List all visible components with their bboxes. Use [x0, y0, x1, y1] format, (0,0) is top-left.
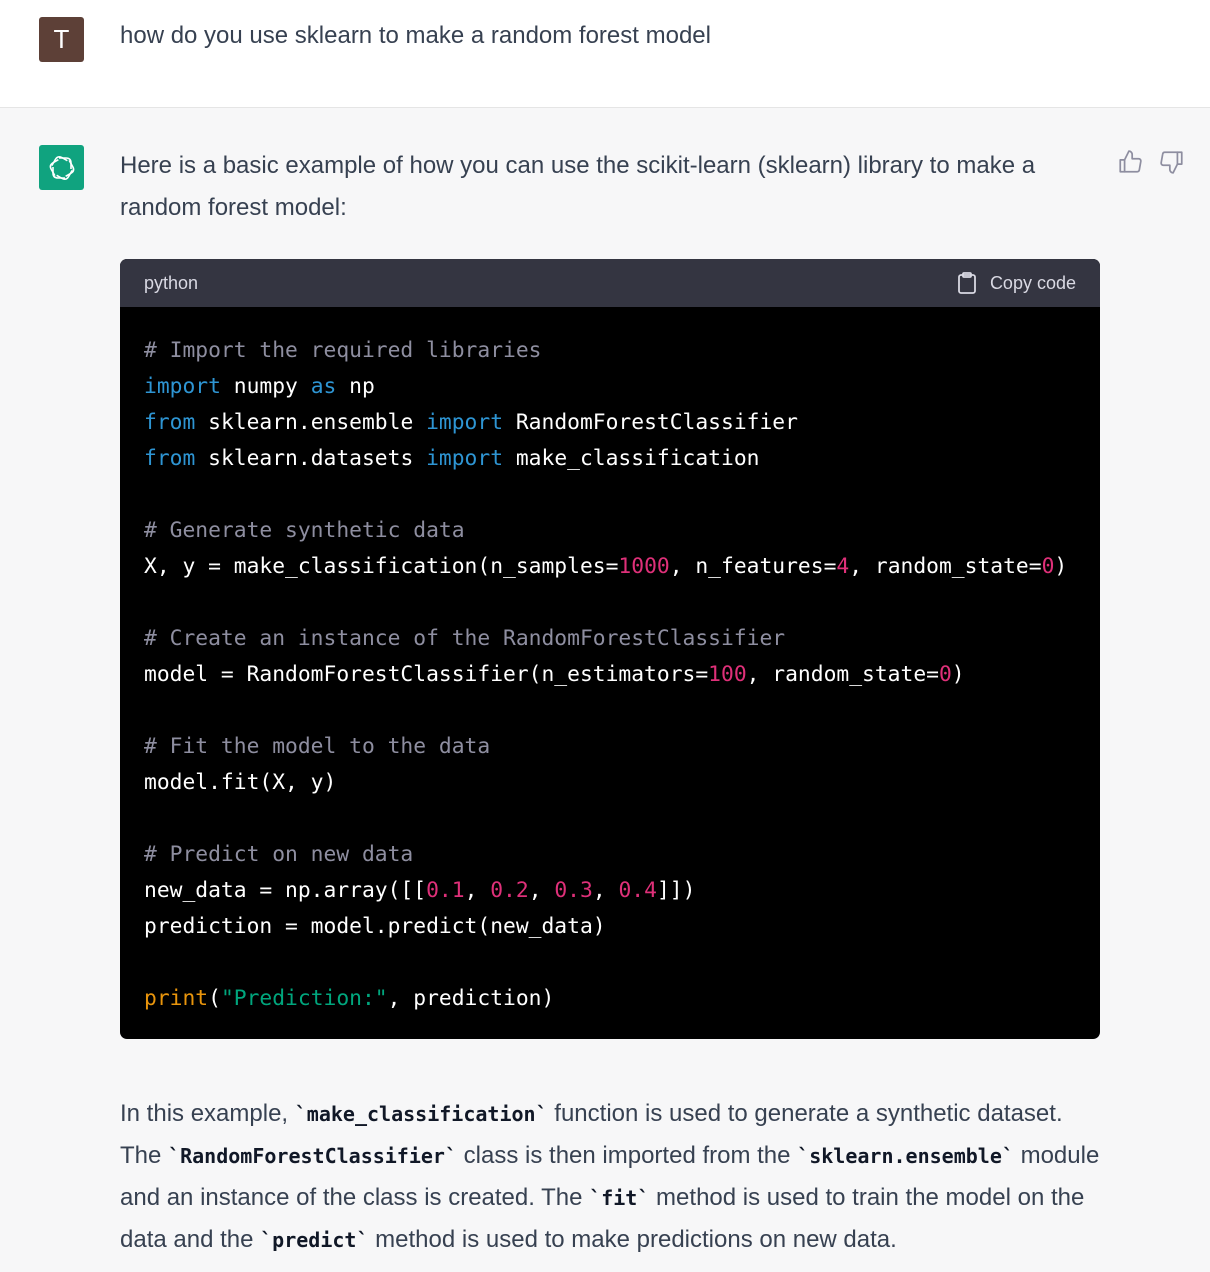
code-token-comment: # Fit the model to the data	[144, 734, 491, 759]
inline-code-fit: `fit`	[589, 1186, 650, 1210]
explanation-text-segment: In this example,	[120, 1100, 295, 1127]
explanation-text-segment: method is used to make predictions on ne…	[368, 1226, 897, 1253]
code-line: X, y = make_classification(n_samples=100…	[144, 549, 1076, 585]
code-block-header: python Copy code	[120, 259, 1100, 307]
code-token-keyword: as	[310, 374, 337, 399]
code-line: model = RandomForestClassifier(n_estimat…	[144, 657, 1076, 693]
code-token-plain: X, y = make_classification(n_samples=	[144, 554, 619, 579]
code-token-number: 1000	[618, 554, 670, 579]
code-token-number: 0.1	[426, 878, 465, 903]
code-token-comment: # Import the required libraries	[144, 338, 542, 363]
inline-code-random-forest-classifier: `RandomForestClassifier`	[168, 1144, 458, 1168]
code-line: new_data = np.array([[0.1, 0.2, 0.3, 0.4…	[144, 873, 1076, 909]
openai-logo-icon	[49, 155, 74, 180]
code-token-number: 4	[836, 554, 850, 579]
code-token-number: 0.4	[618, 878, 657, 903]
code-token-plain: , n_features=	[669, 554, 837, 579]
thumbs-down-icon[interactable]	[1159, 149, 1185, 175]
code-token-plain: numpy	[220, 374, 311, 399]
code-block: python Copy code # Import the required l…	[120, 259, 1100, 1039]
assistant-explanation-text: In this example, `make_classification` f…	[120, 1093, 1100, 1261]
code-token-plain: model = RandomForestClassifier(n_estimat…	[144, 662, 709, 687]
code-line: # Create an instance of the RandomForest…	[144, 621, 1076, 657]
code-token-plain: ,	[528, 878, 555, 903]
code-token-plain: ]])	[656, 878, 696, 903]
code-line: # Predict on new data	[144, 837, 1076, 873]
code-token-number: 0	[1041, 554, 1055, 579]
code-content: # Import the required libraries import nu…	[120, 307, 1100, 1017]
code-token-plain: , random_state=	[746, 662, 939, 687]
code-line: model.fit(X, y)	[144, 765, 1076, 801]
code-line: # Fit the model to the data	[144, 729, 1076, 765]
code-token-plain: np	[336, 374, 375, 399]
code-token-plain: make_classification	[503, 446, 760, 471]
code-token-keyword: import	[426, 446, 504, 471]
code-token-number: 0	[938, 662, 952, 687]
code-token-builtin: print	[144, 986, 209, 1011]
code-token-plain: prediction = model.predict(new_data)	[144, 914, 606, 939]
code-token-plain: ,	[592, 878, 619, 903]
code-token-plain: )	[1054, 554, 1068, 579]
copy-code-button[interactable]: Copy code	[956, 271, 1076, 295]
code-token-comment: # Create an instance of the RandomForest…	[144, 626, 786, 651]
code-token-number: 0.3	[554, 878, 593, 903]
inline-code-sklearn-ensemble: `sklearn.ensemble`	[797, 1144, 1014, 1168]
code-token-number: 100	[708, 662, 747, 687]
code-token-plain: ,	[464, 878, 491, 903]
user-message-text: how do you use sklearn to make a random …	[120, 22, 711, 49]
code-line: print("Prediction:", prediction)	[144, 981, 1076, 1017]
code-token-plain: )	[951, 662, 965, 687]
code-token-keyword: from	[144, 410, 196, 435]
clipboard-icon	[958, 272, 976, 294]
code-token-keyword: from	[144, 446, 196, 471]
code-line: prediction = model.predict(new_data)	[144, 909, 1076, 945]
code-line: # Generate synthetic data	[144, 513, 1076, 549]
code-token-string: "Prediction:"	[220, 986, 388, 1011]
inline-code-make-classification: `make_classification`	[294, 1102, 548, 1126]
code-token-plain: sklearn.datasets	[195, 446, 427, 471]
assistant-avatar	[39, 145, 84, 190]
code-token-number: 0.2	[490, 878, 529, 903]
code-token-plain: (	[208, 986, 221, 1011]
code-language-label: python	[144, 272, 199, 293]
code-token-keyword: import	[426, 410, 504, 435]
code-token-comment: # Predict on new data	[144, 842, 414, 867]
assistant-message-row: Here is a basic example of how you can u…	[0, 109, 1210, 1272]
code-token-plain: RandomForestClassifier	[503, 410, 798, 435]
assistant-intro-text: Here is a basic example of how you can u…	[120, 152, 1036, 221]
code-token-plain: new_data = np.array([[	[144, 878, 427, 903]
code-token-comment: # Generate synthetic data	[144, 518, 465, 543]
user-avatar: T	[39, 17, 84, 62]
code-token-plain: , random_state=	[849, 554, 1042, 579]
explanation-text-segment: class is then imported from the	[457, 1142, 798, 1169]
copy-code-label: Copy code	[989, 272, 1076, 293]
code-line: # Import the required libraries	[144, 333, 1076, 369]
inline-code-predict: `predict`	[260, 1228, 369, 1252]
code-token-plain: , prediction)	[387, 986, 555, 1011]
code-token-plain: sklearn.ensemble	[195, 410, 427, 435]
thumbs-up-icon[interactable]	[1117, 149, 1143, 175]
user-message-row: T how do you use sklearn to make a rando…	[0, 0, 1210, 108]
code-token-keyword: import	[144, 374, 221, 399]
code-token-plain: model.fit(X, y)	[144, 770, 337, 795]
code-line: from sklearn.datasets import make_classi…	[144, 441, 1076, 477]
code-line: import numpy as np	[144, 369, 1076, 405]
code-line: from sklearn.ensemble import RandomFores…	[144, 405, 1076, 441]
